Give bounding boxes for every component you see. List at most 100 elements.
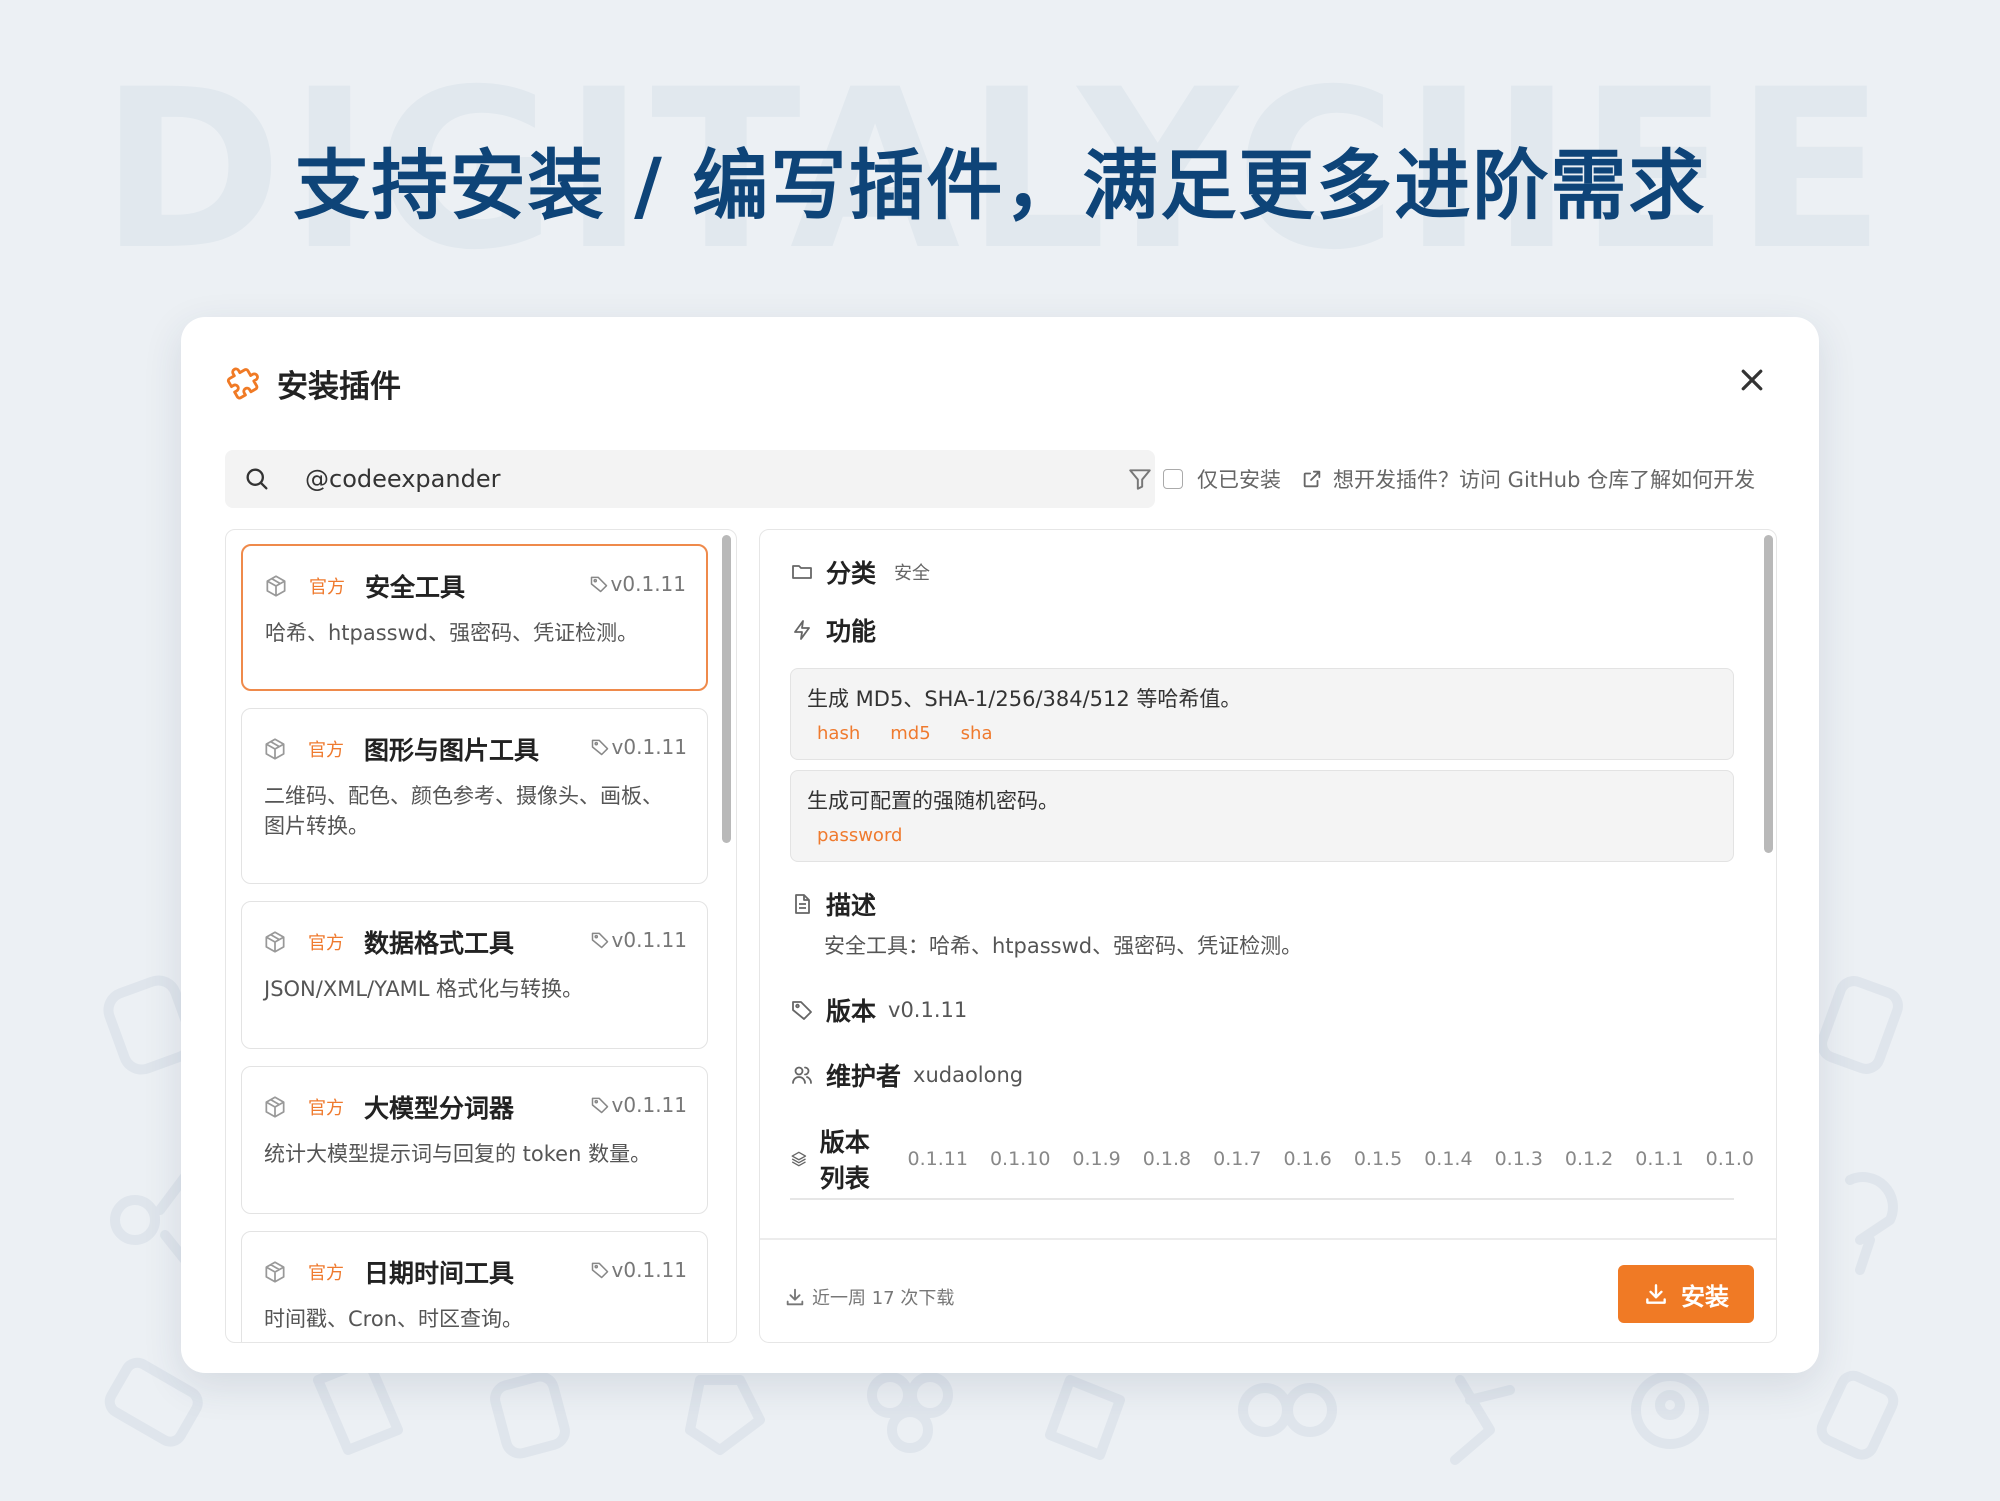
plugin-version-text: v0.1.11: [611, 1258, 687, 1282]
search-box[interactable]: [225, 450, 1155, 508]
divider: [790, 1198, 1734, 1200]
lightning-icon: [794, 620, 810, 640]
plugin-version-text: v0.1.11: [611, 1093, 687, 1117]
install-plugin-dialog: 安装插件 仅已安装 想开发插件？访问 GitHub 仓库了解如何开发 官方 安全…: [181, 317, 1819, 1373]
users-icon: [792, 1066, 812, 1084]
category-value: 安全: [894, 563, 931, 584]
plugin-description: JSON/XML/YAML 格式化与转换。: [264, 977, 584, 1001]
official-badge: 官方: [308, 740, 344, 761]
category-label: 分类: [826, 559, 877, 588]
installed-only-checkbox[interactable]: [1163, 469, 1183, 489]
plugin-name: 数据格式工具: [364, 929, 515, 958]
filter-icon[interactable]: [1127, 466, 1153, 492]
feature-item: 生成 MD5、SHA-1/256/384/512 等哈希值。 hash md5 …: [790, 668, 1734, 760]
version-list-item[interactable]: 0.1.10: [990, 1148, 1050, 1170]
description-label: 描述: [826, 891, 877, 920]
version-row: 版本 v0.1.11: [790, 992, 967, 1028]
plugin-version: v0.1.11: [590, 1093, 687, 1117]
tag-icon: [590, 576, 607, 593]
maintainer-value: xudaolong: [913, 1063, 1024, 1087]
tag-icon: [792, 1001, 812, 1020]
features-label: 功能: [826, 617, 877, 646]
plugin-version-text: v0.1.11: [611, 928, 687, 952]
footer-divider: [760, 1238, 1776, 1240]
tag-icon: [591, 739, 608, 756]
external-link-icon: [1303, 470, 1321, 488]
tag-icon: [591, 1262, 608, 1279]
plugin-version-text: v0.1.11: [611, 735, 687, 759]
plugin-name: 图形与图片工具: [364, 736, 540, 765]
plugin-detail-panel: 分类 安全 功能 生成 MD5、SHA-1/256/384/512 等哈希值。 …: [759, 529, 1777, 1343]
version-list-item[interactable]: 0.1.0: [1706, 1148, 1754, 1170]
install-button-label: 安装: [1681, 1282, 1729, 1311]
official-badge: 官方: [308, 1263, 344, 1284]
feature-tags: password: [817, 825, 932, 846]
version-list-item[interactable]: 0.1.2: [1565, 1148, 1613, 1170]
plugin-name: 安全工具: [365, 573, 466, 602]
feature-tags: hash md5 sha: [817, 723, 1022, 744]
version-label: 版本: [826, 997, 877, 1026]
versions-row: 版本列表 0.1.11 0.1.10 0.1.9 0.1.8 0.1.7 0.1…: [790, 1123, 1776, 1195]
plugin-card[interactable]: 官方 大模型分词器 v0.1.11 统计大模型提示词与回复的 token 数量。: [241, 1066, 708, 1214]
feature-tag: password: [817, 825, 903, 846]
official-badge: 官方: [308, 933, 344, 954]
tag-icon: [591, 1097, 608, 1114]
plugin-version: v0.1.11: [590, 1258, 687, 1282]
close-icon[interactable]: [1737, 365, 1767, 395]
page-headline: 支持安装 / 编写插件，满足更多进阶需求: [293, 141, 1707, 230]
plugin-description: 统计大模型提示词与回复的 token 数量。: [264, 1142, 652, 1166]
version-list-item[interactable]: 0.1.3: [1495, 1148, 1543, 1170]
installed-only-label[interactable]: 仅已安装: [1197, 464, 1281, 494]
plugin-card[interactable]: 官方 安全工具 v0.1.11 哈希、htpasswd、强密码、凭证检测。: [241, 544, 708, 691]
dialog-header: 安装插件: [225, 359, 401, 407]
layers-icon: [791, 1151, 807, 1167]
version-list-item[interactable]: 0.1.4: [1424, 1148, 1472, 1170]
detail-scrollbar[interactable]: [1764, 535, 1773, 853]
maintainer-label: 维护者: [826, 1062, 902, 1091]
version-list-item[interactable]: 0.1.7: [1213, 1148, 1261, 1170]
category-row: 分类 安全: [790, 554, 930, 590]
version-list-item[interactable]: 0.1.8: [1143, 1148, 1191, 1170]
official-badge: 官方: [309, 577, 345, 598]
plugin-name: 大模型分词器: [364, 1094, 515, 1123]
feature-tag: md5: [890, 723, 931, 744]
list-toolbar: 仅已安装 想开发插件？访问 GitHub 仓库了解如何开发: [1127, 461, 1755, 497]
tag-icon: [591, 932, 608, 949]
dialog-title: 安装插件: [277, 368, 401, 405]
search-input[interactable]: [305, 465, 1105, 493]
plugin-card[interactable]: 官方 日期时间工具 v0.1.11 时间戳、Cron、时区查询。: [241, 1231, 708, 1342]
feature-tag: sha: [960, 723, 993, 744]
plugin-version: v0.1.11: [590, 735, 687, 759]
plugin-name: 日期时间工具: [364, 1259, 515, 1288]
version-list-item[interactable]: 0.1.1: [1635, 1148, 1683, 1170]
feature-tag: hash: [817, 723, 861, 744]
plugin-description: 二维码、配色、颜色参考、摄像头、画板、图片转换。: [264, 784, 663, 838]
search-icon: [246, 468, 268, 490]
plugin-description: 哈希、htpasswd、强密码、凭证检测。: [265, 621, 639, 645]
plugin-list[interactable]: 官方 安全工具 v0.1.11 哈希、htpasswd、强密码、凭证检测。 官方…: [225, 529, 737, 1343]
package-icon: [265, 1261, 285, 1283]
folder-icon: [792, 565, 812, 579]
install-button[interactable]: 安装: [1618, 1265, 1754, 1323]
package-icon: [266, 575, 286, 597]
download-stats: 近一周 17 次下载: [784, 1284, 954, 1310]
description-value: 安全工具：哈希、htpasswd、强密码、凭证检测。: [824, 934, 1303, 958]
features-row: 功能: [790, 612, 894, 648]
document-icon: [795, 894, 810, 914]
plugin-card[interactable]: 官方 图形与图片工具 v0.1.11 二维码、配色、颜色参考、摄像头、画板、图片…: [241, 708, 708, 884]
list-scrollbar[interactable]: [722, 535, 731, 843]
version-list-item[interactable]: 0.1.11: [908, 1148, 968, 1170]
dev-github-link[interactable]: 想开发插件？访问 GitHub 仓库了解如何开发: [1333, 464, 1755, 494]
package-icon: [265, 1096, 285, 1118]
version-list-item[interactable]: 0.1.6: [1283, 1148, 1331, 1170]
plugin-description: 时间戳、Cron、时区查询。: [264, 1307, 523, 1331]
official-badge: 官方: [308, 1098, 344, 1119]
plugin-version: v0.1.11: [589, 572, 686, 596]
plugin-version-text: v0.1.11: [610, 572, 686, 596]
version-list-item[interactable]: 0.1.9: [1072, 1148, 1120, 1170]
feature-text: 生成可配置的强随机密码。: [807, 789, 1059, 813]
package-icon: [265, 738, 285, 760]
plugin-card[interactable]: 官方 数据格式工具 v0.1.11 JSON/XML/YAML 格式化与转换。: [241, 901, 708, 1049]
download-count: 近一周 17 次下载: [812, 1288, 955, 1309]
version-list-item[interactable]: 0.1.5: [1354, 1148, 1402, 1170]
